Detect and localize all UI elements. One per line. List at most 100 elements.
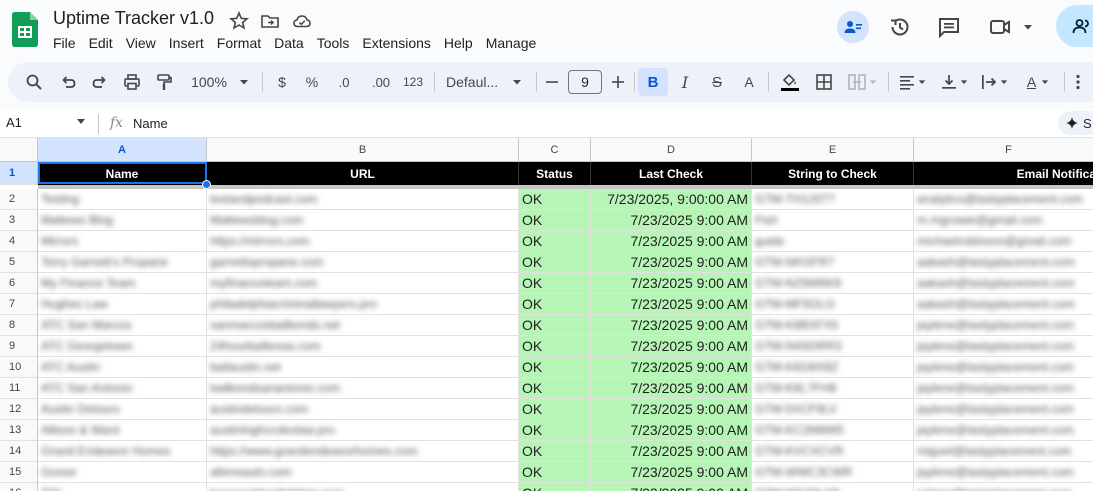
cell-name[interactable]: Allison & Ward <box>38 420 207 441</box>
cell-email[interactable]: m.mgrowie@gmail.com <box>914 210 1093 231</box>
row-header[interactable]: 12 <box>0 399 38 420</box>
cell-name[interactable]: Terry Garnett's Propane <box>38 252 207 273</box>
cell-status[interactable]: OK <box>519 294 591 315</box>
cell-last-check[interactable]: 7/23/2025 9:00 AM <box>591 336 752 357</box>
decrease-font-size-button[interactable] <box>540 68 564 96</box>
undo-button[interactable] <box>54 68 82 96</box>
cell-email[interactable]: jaylene@tastyplacement.com <box>914 336 1093 357</box>
cell-last-check[interactable]: 7/23/2025 9:00 AM <box>591 357 752 378</box>
strikethrough-button[interactable]: S <box>704 68 730 96</box>
header-email-notifications[interactable]: Email Notificat <box>914 162 1093 185</box>
menu-view[interactable]: View <box>126 34 156 52</box>
merge-cells-button[interactable] <box>842 68 882 96</box>
ai-assist-button[interactable]: S <box>1058 111 1093 135</box>
cell-last-check[interactable]: 7/23/2025 9:00 AM <box>591 231 752 252</box>
star-icon[interactable] <box>229 11 249 31</box>
cell-last-check[interactable]: 7/23/2025, 9:00:00 AM <box>591 189 752 210</box>
column-header-b[interactable]: B <box>207 138 519 162</box>
select-all-corner[interactable] <box>0 138 38 162</box>
cell-email[interactable]: aakash@tastyplacement.com <box>914 273 1093 294</box>
cell-status[interactable]: OK <box>519 399 591 420</box>
cell-status[interactable]: OK <box>519 336 591 357</box>
fill-handle[interactable] <box>202 180 211 189</box>
people-button[interactable] <box>837 11 869 43</box>
cell-string-to-check[interactable]: GTM-K8BXFX5 <box>752 315 914 336</box>
cell-last-check[interactable]: 7/23/2025 9:00 AM <box>591 273 752 294</box>
cell-url[interactable]: sanmarcosbailbonds.net <box>207 315 519 336</box>
print-button[interactable] <box>118 68 146 96</box>
cell-name[interactable]: Austin Detours <box>38 399 207 420</box>
increase-font-size-button[interactable] <box>606 68 630 96</box>
cell-url[interactable]: 24hourbailtexas.com <box>207 336 519 357</box>
header-url[interactable]: URL <box>207 162 519 185</box>
column-header-f[interactable]: F <box>914 138 1093 162</box>
cell-string-to-check[interactable]: guide <box>752 231 914 252</box>
italic-button[interactable]: I <box>672 68 698 96</box>
number-format-button[interactable]: 123 <box>398 68 428 96</box>
menu-insert[interactable]: Insert <box>169 34 204 52</box>
row-header[interactable]: 15 <box>0 462 38 483</box>
cell-last-check[interactable]: 7/23/2025 9:00 AM <box>591 441 752 462</box>
cell-string-to-check[interactable]: GTM-5XCF9LV <box>752 399 914 420</box>
row-header[interactable]: 2 <box>0 189 38 210</box>
cell-email[interactable]: salena@tastyplacement.com <box>914 483 1093 491</box>
cell-string-to-check[interactable]: GTM-WWC3CWR <box>752 462 914 483</box>
cell-string-to-check[interactable]: GTM-MF5GLG <box>752 294 914 315</box>
cell-status[interactable]: OK <box>519 252 591 273</box>
cell-string-to-check[interactable]: GTM-KC2M8W5 <box>752 420 914 441</box>
cell-name[interactable]: ATC Georgetown <box>38 336 207 357</box>
font-size-input[interactable]: 9 <box>568 70 602 94</box>
row-header[interactable]: 9 <box>0 336 38 357</box>
cell-email[interactable]: jaylene@tastyplacement.com <box>914 315 1093 336</box>
cell-last-check[interactable]: 7/23/2025 9:00 AM <box>591 294 752 315</box>
text-color-button[interactable]: A <box>736 68 762 96</box>
cell-url[interactable]: austinhighcroleslaw.pro <box>207 420 519 441</box>
row-header[interactable]: 11 <box>0 378 38 399</box>
cell-status[interactable]: OK <box>519 378 591 399</box>
zoom-select[interactable]: 100% <box>184 68 256 96</box>
cell-last-check[interactable]: 7/23/2025 9:00 AM <box>591 420 752 441</box>
redo-button[interactable] <box>86 68 114 96</box>
cell-url[interactable]: garnettspropane.com <box>207 252 519 273</box>
cell-email[interactable]: jaylene@tastyplacement.com <box>914 462 1093 483</box>
move-to-folder-icon[interactable] <box>260 11 280 31</box>
cell-url[interactable]: Mattewsblog.com <box>207 210 519 231</box>
row-header[interactable]: 10 <box>0 357 38 378</box>
text-wrapping-button[interactable] <box>976 68 1012 96</box>
cell-name[interactable]: Hughes Law <box>38 294 207 315</box>
cell-status[interactable]: OK <box>519 210 591 231</box>
name-box[interactable]: A1 <box>6 115 22 130</box>
row-header[interactable]: 6 <box>0 273 38 294</box>
fill-color-button[interactable] <box>776 68 804 96</box>
cell-url[interactable]: https://mirrors.com <box>207 231 519 252</box>
paint-format-button[interactable] <box>150 68 178 96</box>
cell-status[interactable]: OK <box>519 462 591 483</box>
cell-status[interactable]: OK <box>519 483 591 491</box>
more-options-button[interactable] <box>1070 68 1086 96</box>
cell-last-check[interactable]: 7/23/2025 9:00 AM <box>591 399 752 420</box>
row-header[interactable]: 13 <box>0 420 38 441</box>
cell-name[interactable]: ATC Austin <box>38 357 207 378</box>
cell-email[interactable]: jaylene@tastyplacement.com <box>914 357 1093 378</box>
cell-status[interactable]: OK <box>519 420 591 441</box>
cell-string-to-check[interactable]: GTM-NZ9W6K8 <box>752 273 914 294</box>
cell-last-check[interactable]: 7/23/2025 9:00 AM <box>591 483 752 491</box>
text-rotation-button[interactable]: A <box>1018 68 1058 96</box>
cell-email[interactable]: michaelrobinson@gmail.com <box>914 231 1093 252</box>
cell-status[interactable]: OK <box>519 357 591 378</box>
header-last-check[interactable]: Last Check <box>591 162 752 185</box>
share-button[interactable] <box>1056 5 1093 47</box>
row-header[interactable]: 4 <box>0 231 38 252</box>
cell-string-to-check[interactable]: GTM-N4SDRR3 <box>752 336 914 357</box>
meet-button[interactable] <box>988 13 1036 41</box>
column-header-a[interactable]: A <box>38 138 207 162</box>
column-header-e[interactable]: E <box>752 138 914 162</box>
cell-string-to-check[interactable]: GTM-NKGFR7 <box>752 252 914 273</box>
menu-data[interactable]: Data <box>274 34 304 52</box>
cell-url[interactable]: myfinanceteam.com <box>207 273 519 294</box>
spreadsheet-grid[interactable]: A B C D E F 12345678910111213141516 Name… <box>0 138 1093 491</box>
format-currency-button[interactable]: $ <box>270 68 294 96</box>
formula-input[interactable]: Name <box>133 116 168 131</box>
cell-string-to-check[interactable]: GTM-KVCXCVR <box>752 441 914 462</box>
cell-url[interactable]: austindetours.com <box>207 399 519 420</box>
